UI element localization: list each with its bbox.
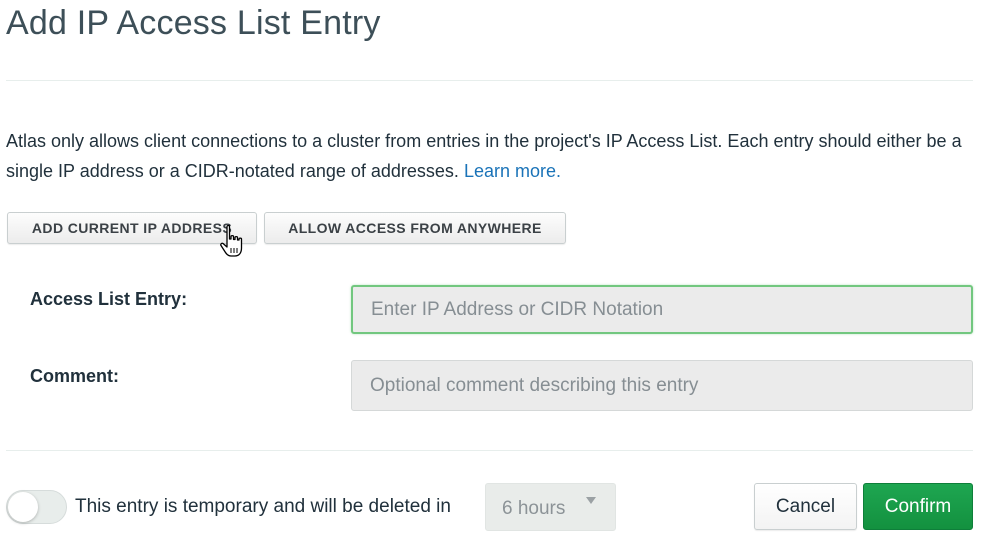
hand-pointer-cursor-icon — [220, 224, 243, 257]
header-divider — [6, 80, 973, 81]
cancel-button[interactable]: Cancel — [754, 483, 857, 530]
comment-label: Comment: — [30, 366, 119, 386]
confirm-button[interactable]: Confirm — [863, 483, 973, 530]
duration-selected-value: 6 hours — [502, 498, 566, 519]
modal-title: Add IP Access List Entry — [6, 4, 381, 42]
learn-more-link[interactable]: Learn more. — [464, 161, 561, 181]
access-list-entry-label: Access List Entry: — [30, 289, 188, 309]
toggle-knob — [8, 492, 38, 522]
modal-description: Atlas only allows client connections to … — [6, 126, 966, 186]
comment-input[interactable] — [351, 360, 973, 411]
access-list-entry-input[interactable] — [351, 285, 973, 334]
duration-select[interactable]: 6 hours — [485, 483, 616, 531]
footer-divider — [6, 450, 973, 451]
temporary-entry-text: This entry is temporary and will be dele… — [75, 496, 451, 517]
caret-down-icon — [586, 497, 596, 504]
temporary-entry-toggle[interactable] — [6, 490, 67, 524]
allow-access-anywhere-button[interactable]: ALLOW ACCESS FROM ANYWHERE — [264, 212, 566, 244]
